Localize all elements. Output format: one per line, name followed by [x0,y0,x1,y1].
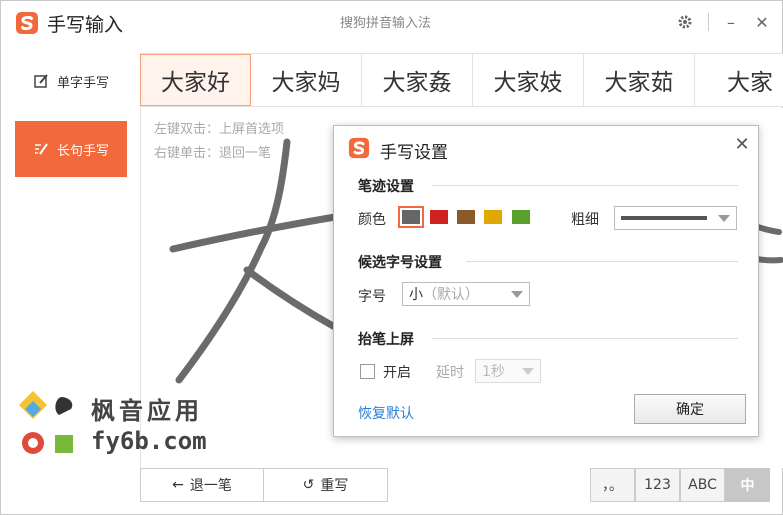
enable-checkbox[interactable] [360,364,375,379]
font-size-label: 字号 [358,289,386,305]
candidate-size-heading: 候选字号设置 [358,255,442,271]
delay-select[interactable]: 1秒 [475,359,541,383]
font-size-default-note: （默认） [423,287,479,303]
chevron-down-icon [522,368,534,375]
color-swatch-gray[interactable] [398,206,424,228]
watermark-title: 枫音应用 [91,397,203,425]
titlebar-divider [708,13,709,31]
thickness-label: 粗细 [571,212,599,228]
thickness-select[interactable] [614,206,737,230]
mode-numbers[interactable]: 123 [635,468,680,502]
restore-defaults-link[interactable]: 恢复默认 [358,403,414,423]
font-size-value: 小 [409,287,423,303]
watermark-url: fy6b.com [91,427,207,455]
mode-punctuation[interactable]: ，。 [590,468,635,502]
candidate-3[interactable]: 大家姦 [362,54,473,106]
sogou-logo-icon [16,12,38,34]
mode-english[interactable]: ABC [680,468,725,502]
candidate-5[interactable]: 大家茹 [584,54,695,106]
sidebar-item-sentence[interactable]: 长句手写 [15,121,127,177]
dialog-title: 手写设置 [380,143,448,163]
candidate-bar: 大家好 大家妈 大家姦 大家妓 大家茹 大家 [140,53,783,107]
section-divider [432,338,738,339]
mode-chinese[interactable]: 中 [725,468,770,502]
rewrite-button[interactable]: ↺ 重写 [263,468,388,502]
sidebar-item-single-char[interactable]: 单字手写 [15,53,127,109]
color-swatch-yellow[interactable] [484,210,502,224]
chevron-down-icon [511,291,523,298]
enable-label: 开启 [383,365,411,381]
sidebar-item-label: 单字手写 [56,75,109,91]
app-title: 手写输入 [47,14,124,36]
watermark-logo-icon [19,391,73,454]
dialog-close-button[interactable]: ✕ [732,134,752,155]
delay-value: 1秒 [482,364,505,380]
gear-icon[interactable] [674,11,696,33]
sentence-write-icon [34,143,48,155]
undo-stroke-label: 退一笔 [189,478,232,494]
candidate-4[interactable]: 大家妓 [473,54,584,106]
chevron-down-icon [718,215,730,222]
sidebar-item-label: 长句手写 [56,143,109,159]
lift-pen-heading: 抬笔上屏 [358,332,414,348]
handwriting-window: 手写输入 搜狗拼音输入法 – ✕ 单字手写 长句手写 大家好 大家妈 大家姦 大… [0,0,783,515]
font-size-select[interactable]: 小 （默认） [402,282,530,306]
refresh-icon: ↺ [302,477,315,493]
close-button[interactable]: ✕ [751,11,773,33]
arrow-left-icon: ← [172,477,184,493]
color-swatch-brown[interactable] [457,210,475,224]
title-bar: 手写输入 搜狗拼音输入法 – ✕ [1,1,783,45]
candidate-6[interactable]: 大家 [695,54,783,106]
color-swatch-red[interactable] [430,210,448,224]
stroke-settings-heading: 笔迹设置 [358,179,414,195]
delay-label: 延时 [436,365,464,381]
section-divider [466,261,738,262]
rewrite-label: 重写 [320,478,349,494]
minimize-button[interactable]: – [720,11,742,33]
ok-button[interactable]: 确定 [634,394,746,424]
color-label: 颜色 [358,212,386,228]
thickness-preview-line [621,216,707,220]
color-swatch-green[interactable] [512,210,530,224]
handwriting-settings-dialog: 手写设置 ✕ 笔迹设置 颜色 粗细 候选字号设置 字号 小 （默认） 抬笔上屏 … [333,125,759,437]
candidate-2[interactable]: 大家妈 [251,54,362,106]
single-char-edit-icon [34,74,48,88]
sogou-logo-icon [348,137,370,159]
undo-stroke-button[interactable]: ← 退一笔 [140,468,264,502]
ime-name: 搜狗拼音输入法 [340,16,432,31]
section-divider [432,185,738,186]
candidate-1[interactable]: 大家好 [140,54,251,106]
